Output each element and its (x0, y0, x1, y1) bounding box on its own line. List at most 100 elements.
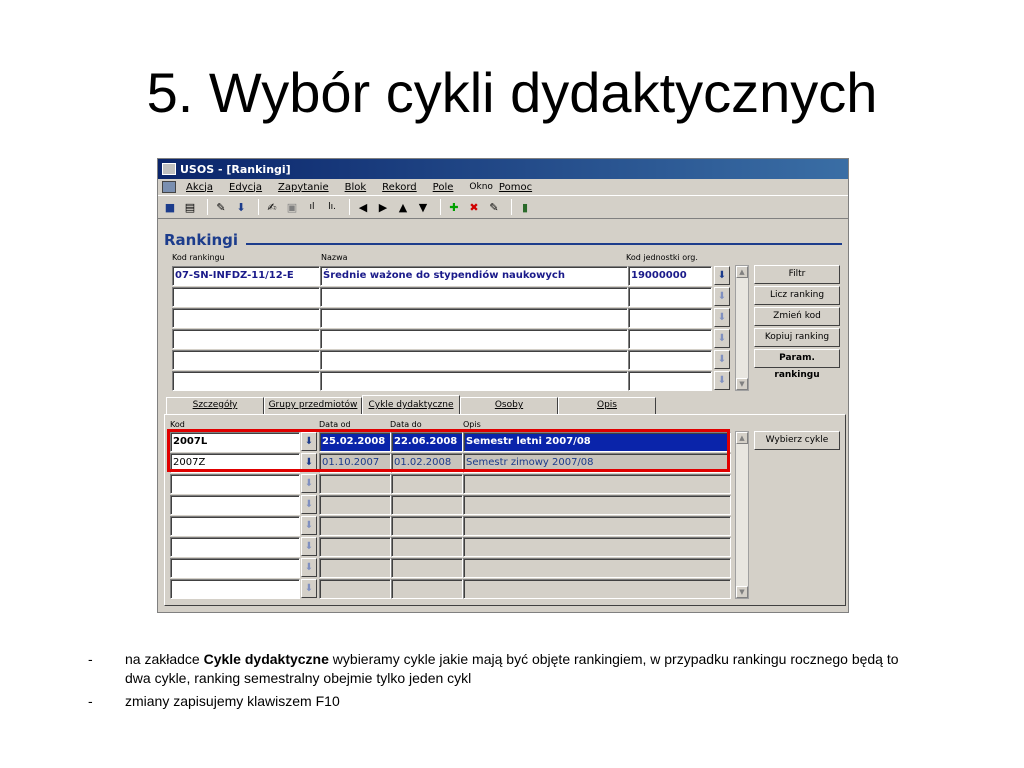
kopiuj-ranking-button[interactable]: Kopiuj ranking (754, 328, 840, 347)
query-icon[interactable]: ✍ (264, 199, 280, 215)
download-icon[interactable]: ⬇ (233, 199, 249, 215)
cykle-scrollbar[interactable]: ▲ ▼ (735, 431, 749, 599)
tab-szczegoly[interactable]: Szczegóły (166, 397, 264, 414)
lov-arrow-icon[interactable]: ⬇ (301, 558, 317, 577)
cykl-data-od-field[interactable] (319, 558, 391, 578)
lov-arrow-icon[interactable]: ⬇ (301, 537, 317, 556)
lov-arrow-icon[interactable]: ⬇ (714, 329, 730, 348)
cykl-data-od-field[interactable] (319, 537, 391, 557)
menu-akcja[interactable]: Akcja (186, 182, 213, 193)
count-all-icon[interactable]: lı. (324, 199, 340, 215)
cykl-data-do-field[interactable] (391, 495, 463, 515)
cykl-data-do-field[interactable] (391, 558, 463, 578)
lov-arrow-icon[interactable]: ⬇ (301, 516, 317, 535)
cykl-kod-field[interactable] (170, 579, 300, 599)
wybierz-cykle-button[interactable]: Wybierz cykle (754, 431, 840, 450)
kod-jednostki-field[interactable] (628, 308, 712, 328)
cykl-opis-field[interactable] (463, 516, 731, 536)
cykl-opis-field[interactable] (463, 495, 731, 515)
lov-arrow-icon[interactable]: ⬇ (301, 579, 317, 598)
kod-jednostki-field[interactable] (628, 287, 712, 307)
licz-ranking-button[interactable]: Licz ranking (754, 286, 840, 305)
scroll-down-icon[interactable]: ▼ (736, 378, 748, 390)
exit-icon[interactable]: ▮ (517, 199, 533, 215)
lov-arrow-icon[interactable]: ⬇ (301, 474, 317, 493)
bullet-text: zmiany zapisujemy klawiszem F10 (125, 693, 340, 709)
print-icon[interactable]: ▤ (182, 199, 198, 215)
kod-rankingu-field[interactable]: 07-SN-INFDZ-11/12-E (172, 266, 320, 286)
next-block-icon[interactable]: ▶ (375, 199, 391, 215)
menu-blok[interactable]: Blok (345, 182, 367, 193)
cykl-kod-field[interactable] (170, 537, 300, 557)
save-icon[interactable]: ■ (162, 199, 178, 215)
cykl-kod-field[interactable] (170, 558, 300, 578)
tab-cykle-dydaktyczne[interactable]: Cykle dydaktyczne (362, 395, 460, 414)
kod-rankingu-field[interactable] (172, 308, 320, 328)
count-icon[interactable]: ıl (304, 199, 320, 215)
filtr-button[interactable]: Filtr (754, 265, 840, 284)
cykl-kod-field[interactable] (170, 495, 300, 515)
zmien-kod-button[interactable]: Zmień kod (754, 307, 840, 326)
kod-rankingu-field[interactable] (172, 287, 320, 307)
lov-arrow-icon[interactable]: ⬇ (714, 371, 730, 390)
param-rankingu-button[interactable]: Param. rankingu (754, 349, 840, 380)
cykl-data-od-field[interactable] (319, 579, 391, 599)
kod-jednostki-field[interactable] (628, 350, 712, 370)
kod-jednostki-field[interactable] (628, 371, 712, 391)
prev-record-icon[interactable]: ▲ (395, 199, 411, 215)
column-header-kod-jednostki: Kod jednostki org. (626, 253, 698, 262)
scroll-up-icon[interactable]: ▲ (736, 432, 748, 444)
clear-record-icon[interactable]: ✎ (486, 199, 502, 215)
menu-rekord[interactable]: Rekord (382, 182, 417, 193)
prev-block-icon[interactable]: ◀ (355, 199, 371, 215)
run-query-icon[interactable]: ▣ (284, 199, 300, 215)
nazwa-field[interactable] (320, 287, 628, 307)
kod-jednostki-field[interactable] (628, 329, 712, 349)
nazwa-field[interactable] (320, 350, 628, 370)
window-title: USOS - [Rankingi] (180, 162, 291, 176)
lov-arrow-icon[interactable]: ⬇ (301, 495, 317, 514)
nazwa-field[interactable] (320, 308, 628, 328)
cykl-opis-field[interactable] (463, 537, 731, 557)
nazwa-field[interactable] (320, 371, 628, 391)
kod-jednostki-field[interactable]: 19000000 (628, 266, 712, 286)
kod-rankingu-field[interactable] (172, 371, 320, 391)
cykl-data-od-field[interactable] (319, 516, 391, 536)
nazwa-field[interactable] (320, 329, 628, 349)
rankingi-scrollbar[interactable]: ▲ ▼ (735, 265, 749, 391)
nazwa-field[interactable]: Średnie ważone do stypendiów naukowych (320, 266, 628, 286)
lov-arrow-icon[interactable]: ⬇ (714, 287, 730, 306)
cykl-data-od-field[interactable] (319, 474, 391, 494)
cykl-data-do-field[interactable] (391, 579, 463, 599)
bullet-dash: - (88, 651, 93, 667)
lov-arrow-icon[interactable]: ⬇ (714, 350, 730, 369)
lov-arrow-icon[interactable]: ⬇ (714, 308, 730, 327)
cykl-opis-field[interactable] (463, 579, 731, 599)
cykl-data-do-field[interactable] (391, 474, 463, 494)
menu-okno[interactable]: Okno (469, 182, 493, 192)
kod-rankingu-field[interactable] (172, 350, 320, 370)
scroll-down-icon[interactable]: ▼ (736, 586, 748, 598)
cykl-data-do-field[interactable] (391, 516, 463, 536)
cykl-data-do-field[interactable] (391, 537, 463, 557)
cykl-data-od-field[interactable] (319, 495, 391, 515)
tab-grupy-przedmiotow[interactable]: Grupy przedmiotów (264, 397, 362, 414)
menu-edycja[interactable]: Edycja (229, 182, 262, 193)
menu-pomoc[interactable]: Pomoc (499, 182, 532, 193)
cykl-opis-field[interactable] (463, 474, 731, 494)
next-record-icon[interactable]: ▼ (415, 199, 431, 215)
tab-opis[interactable]: Opis (558, 397, 656, 414)
cykl-kod-field[interactable] (170, 474, 300, 494)
insert-record-icon[interactable]: ✚ (446, 199, 462, 215)
cykl-kod-field[interactable] (170, 516, 300, 536)
cykl-opis-field[interactable] (463, 558, 731, 578)
lov-arrow-icon[interactable]: ⬇ (714, 266, 730, 285)
document-icon[interactable] (162, 181, 176, 193)
menu-pole[interactable]: Pole (433, 182, 454, 193)
tab-osoby[interactable]: Osoby (460, 397, 558, 414)
delete-record-icon[interactable]: ✖ (466, 199, 482, 215)
edit-icon[interactable]: ✎ (213, 199, 229, 215)
scroll-up-icon[interactable]: ▲ (736, 266, 748, 278)
kod-rankingu-field[interactable] (172, 329, 320, 349)
menu-zapytanie[interactable]: Zapytanie (278, 182, 329, 193)
